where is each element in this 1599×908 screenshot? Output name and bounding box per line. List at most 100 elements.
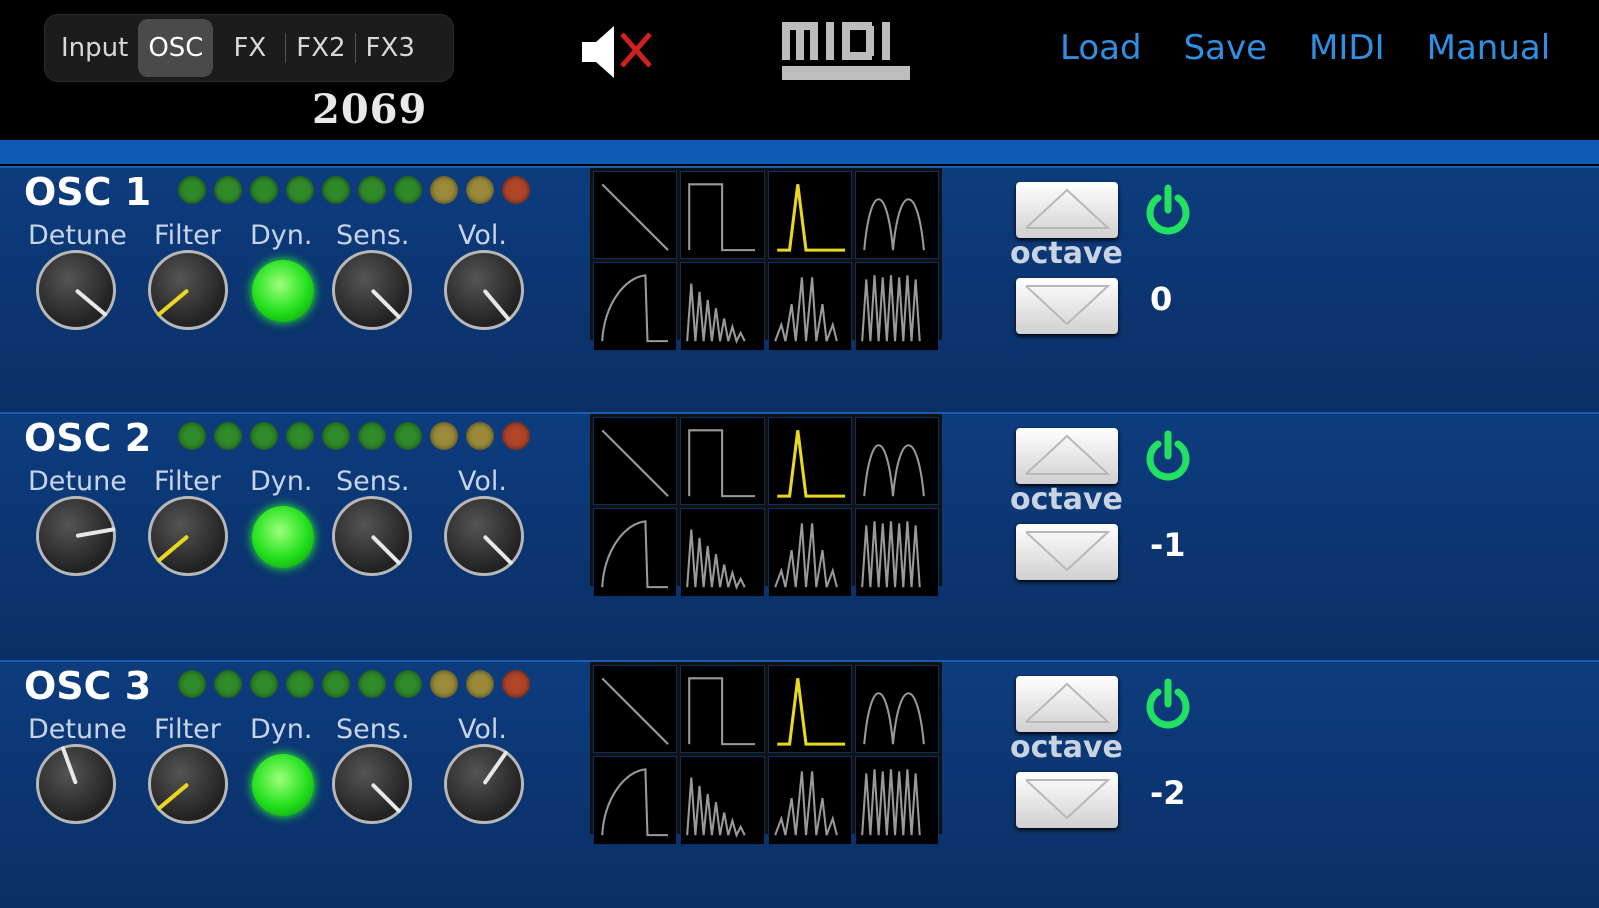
knob-needle <box>370 534 402 566</box>
power-icon[interactable] <box>1140 428 1196 484</box>
detune-knob[interactable] <box>36 496 116 576</box>
level-led <box>430 422 458 450</box>
bell-wave-icon[interactable] <box>767 262 852 351</box>
level-led <box>286 422 314 450</box>
tab-input[interactable]: Input <box>51 19 138 77</box>
knob-label: Filter <box>154 466 221 497</box>
arch-wave-icon[interactable] <box>854 171 939 260</box>
level-led <box>430 176 458 204</box>
speaker-muted-icon[interactable] <box>578 22 668 82</box>
level-led <box>322 670 350 698</box>
arch-wave-icon[interactable] <box>854 417 939 506</box>
level-led <box>250 176 278 204</box>
tab-fx2[interactable]: FX2 <box>285 19 355 77</box>
octave-up-button[interactable] <box>1016 182 1118 238</box>
tab-fx[interactable]: FX <box>213 19 286 77</box>
octave-up-button[interactable] <box>1016 676 1118 732</box>
knob-label: Vol. <box>458 466 507 497</box>
filter-knob[interactable] <box>148 744 228 824</box>
arch-wave-icon[interactable] <box>854 665 939 754</box>
level-led <box>250 670 278 698</box>
bell-wave-icon[interactable] <box>767 756 852 845</box>
dense-wave-icon[interactable] <box>854 508 939 597</box>
pulse-wave-icon[interactable] <box>767 417 852 506</box>
knob-needle <box>156 534 190 564</box>
manual-link[interactable]: Manual <box>1427 28 1551 68</box>
level-meter <box>178 670 530 698</box>
octave-down-button[interactable] <box>1016 772 1118 828</box>
osc-panel: OSC 1 Detune Filter Dyn. Sens. Vol. octave 0 <box>0 166 1599 414</box>
decay-wave-icon[interactable] <box>680 756 765 845</box>
level-led <box>358 176 386 204</box>
vol-knob[interactable] <box>444 250 524 330</box>
knob-needle <box>74 288 108 318</box>
dyn-toggle[interactable] <box>252 754 314 816</box>
sens-knob[interactable] <box>332 496 412 576</box>
detune-knob[interactable] <box>36 744 116 824</box>
pulse-wave-icon[interactable] <box>767 171 852 260</box>
octave-up-button[interactable] <box>1016 428 1118 484</box>
square-wave-icon[interactable] <box>680 417 765 506</box>
dense-wave-icon[interactable] <box>854 262 939 351</box>
level-led <box>394 422 422 450</box>
knob-needle <box>482 534 514 566</box>
osc-panel: OSC 3 Detune Filter Dyn. Sens. Vol. octave -2 <box>0 660 1599 908</box>
knob-label: Sens. <box>336 466 410 497</box>
tab-fx3[interactable]: FX3 <box>354 19 425 77</box>
level-led <box>250 422 278 450</box>
level-led <box>430 670 458 698</box>
level-led <box>358 670 386 698</box>
midi-logo[interactable] <box>778 16 916 86</box>
saw-wave-icon[interactable] <box>593 171 678 260</box>
saw-wave-icon[interactable] <box>593 665 678 754</box>
saw-wave-icon[interactable] <box>593 417 678 506</box>
osc-panel: OSC 2 Detune Filter Dyn. Sens. Vol. octave -1 <box>0 412 1599 660</box>
knob-needle <box>370 288 402 320</box>
vol-knob[interactable] <box>444 496 524 576</box>
top-bar: Input OSC FX FX2 FX3 2069 Load Save MIDI… <box>0 0 1599 140</box>
power-icon[interactable] <box>1140 676 1196 732</box>
decay-wave-icon[interactable] <box>680 262 765 351</box>
square-wave-icon[interactable] <box>680 665 765 754</box>
dyn-toggle[interactable] <box>252 260 314 322</box>
sens-knob[interactable] <box>332 744 412 824</box>
filter-knob[interactable] <box>148 496 228 576</box>
knob-label: Sens. <box>336 220 410 251</box>
vol-knob[interactable] <box>444 744 524 824</box>
octave-down-button[interactable] <box>1016 524 1118 580</box>
level-led <box>178 422 206 450</box>
level-led <box>214 670 242 698</box>
filter-knob[interactable] <box>148 250 228 330</box>
ramp-wave-icon[interactable] <box>593 508 678 597</box>
octave-label: octave <box>1010 730 1123 765</box>
level-led <box>394 176 422 204</box>
decay-wave-icon[interactable] <box>680 508 765 597</box>
bell-wave-icon[interactable] <box>767 508 852 597</box>
knob-needle <box>75 527 116 538</box>
dense-wave-icon[interactable] <box>854 756 939 845</box>
osc-title: OSC 1 <box>24 170 152 214</box>
ramp-wave-icon[interactable] <box>593 262 678 351</box>
level-led <box>214 176 242 204</box>
level-meter <box>178 176 530 204</box>
midi-link[interactable]: MIDI <box>1309 28 1385 68</box>
power-icon[interactable] <box>1140 182 1196 238</box>
level-led <box>178 176 206 204</box>
level-led <box>286 670 314 698</box>
pulse-wave-icon[interactable] <box>767 665 852 754</box>
knob-needle <box>156 288 190 318</box>
load-link[interactable]: Load <box>1060 28 1142 68</box>
knob-needle <box>156 782 190 812</box>
level-led <box>286 176 314 204</box>
square-wave-icon[interactable] <box>680 171 765 260</box>
ramp-wave-icon[interactable] <box>593 756 678 845</box>
save-link[interactable]: Save <box>1184 28 1267 68</box>
dyn-toggle[interactable] <box>252 506 314 568</box>
osc-title: OSC 3 <box>24 664 152 708</box>
octave-value: -1 <box>1150 526 1186 564</box>
detune-knob[interactable] <box>36 250 116 330</box>
tab-osc[interactable]: OSC <box>138 19 214 77</box>
octave-down-button[interactable] <box>1016 278 1118 334</box>
level-led <box>502 176 530 204</box>
sens-knob[interactable] <box>332 250 412 330</box>
